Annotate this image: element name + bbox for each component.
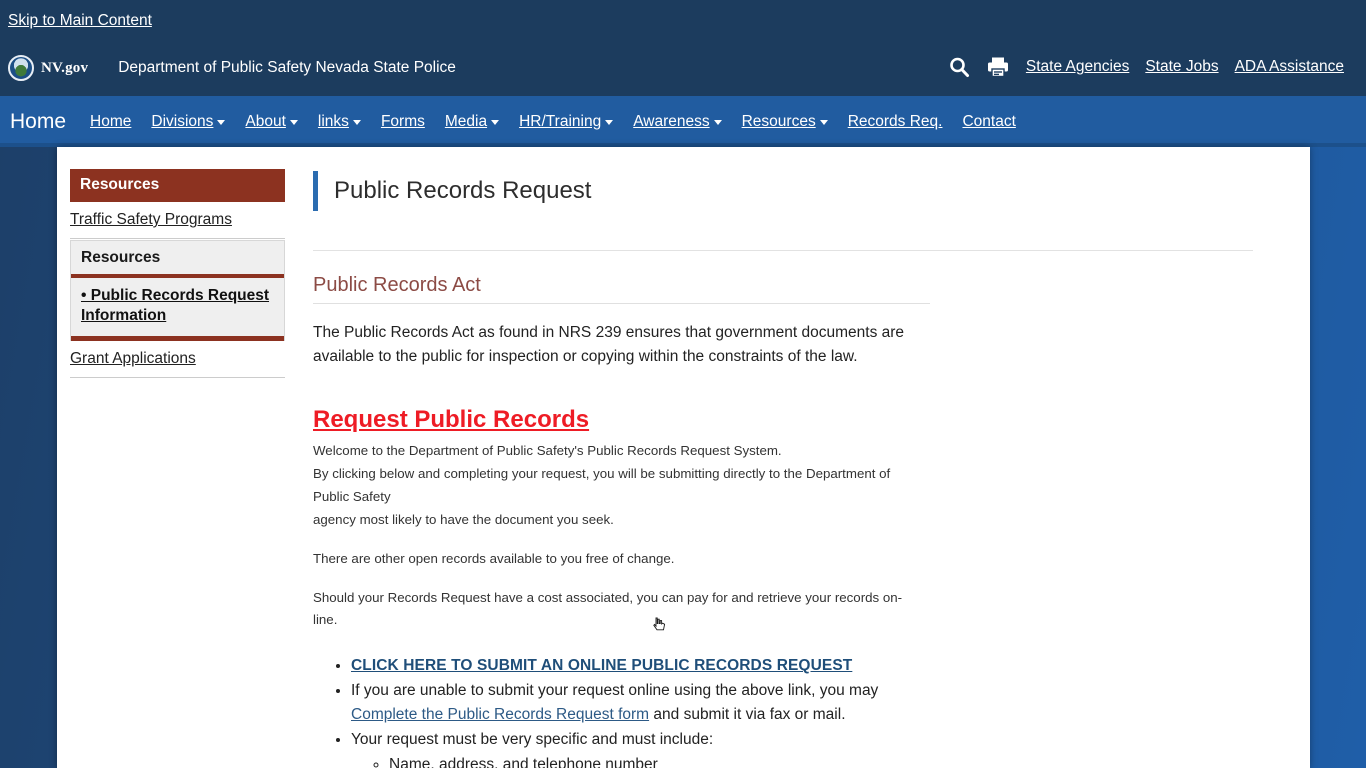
- nav-item-media[interactable]: Media: [435, 113, 509, 131]
- nav-item-label: HR/Training: [519, 112, 602, 130]
- nav-item-home[interactable]: Home: [80, 113, 141, 131]
- printer-icon[interactable]: [986, 56, 1010, 78]
- clicking-line-3: agency most likely to have the document …: [313, 511, 614, 527]
- clicking-line-2: Public Safety: [313, 489, 391, 504]
- nav-item-divisions[interactable]: Divisions: [141, 113, 235, 131]
- state-jobs-link[interactable]: State Jobs: [1145, 58, 1218, 76]
- nav-item-records-req[interactable]: Records Req.: [838, 113, 953, 131]
- sidebar-item-grant-applications[interactable]: Grant Applications: [70, 341, 285, 378]
- sidebar: Resources Traffic Safety Programs Resour…: [70, 169, 285, 378]
- sidebar-item-traffic-safety-programs[interactable]: Traffic Safety Programs: [70, 202, 285, 239]
- nav-item-label: Resources: [741, 112, 816, 130]
- nav-item-label: Awareness: [633, 112, 710, 130]
- unable-prefix-text: If you are unable to submit your request…: [351, 682, 879, 700]
- nav-item-label: Media: [444, 112, 488, 130]
- nav-item-links[interactable]: links: [308, 113, 371, 131]
- chevron-down-icon: [605, 120, 614, 125]
- nav-item-label: Contact: [962, 112, 1016, 130]
- skip-to-main-content-link[interactable]: Skip to Main Content: [8, 12, 152, 30]
- nav-item-label: Divisions: [151, 112, 214, 130]
- list-item: Name, address, and telephone number: [389, 753, 934, 768]
- sidebar-item-public-records-request-information[interactable]: • Public Records Request Information: [71, 278, 284, 341]
- welcome-line: Welcome to the Department of Public Safe…: [313, 443, 782, 459]
- online-records-request-link[interactable]: CLICK HERE TO SUBMIT AN ONLINE PUBLIC RE…: [351, 657, 852, 674]
- nav-brand-home[interactable]: Home: [0, 110, 80, 134]
- chevron-down-icon: [217, 120, 226, 125]
- complete-records-request-form-link[interactable]: Complete the Public Records Request form: [351, 706, 649, 723]
- sidebar-header: Resources: [70, 169, 285, 202]
- public-records-act-paragraph: The Public Records Act as found in NRS 2…: [313, 323, 905, 365]
- nav-item-label: About: [245, 112, 286, 130]
- free-records-line: There are other open records available t…: [313, 550, 675, 566]
- nevada-state-seal-icon: [8, 55, 34, 81]
- page-title-row: Public Records Request: [313, 161, 1288, 221]
- nav-item-label: Forms: [380, 112, 425, 130]
- nav-item-label: Home: [90, 112, 132, 130]
- list-item: CLICK HERE TO SUBMIT AN ONLINE PUBLIC RE…: [351, 654, 931, 678]
- sidebar-group-resources: Resources • Public Records Request Infor…: [70, 240, 285, 341]
- requirement-sub-list: Name, address, and telephone number Date…: [351, 753, 931, 768]
- agency-title: Department of Public Safety Nevada State…: [118, 59, 456, 76]
- site-header: Skip to Main Content NV.gov Department o…: [0, 0, 1366, 96]
- title-divider: [313, 250, 1253, 252]
- cost-line: Should your Records Request have a cost …: [313, 589, 903, 628]
- header-utility-links: State Agencies State Jobs ADA Assistance: [948, 56, 1344, 78]
- list-item: Your request must be very specific and m…: [351, 728, 931, 768]
- nav-item-hr-training[interactable]: HR/Training: [509, 113, 623, 131]
- sidebar-group-title: Resources: [71, 241, 284, 278]
- nav-item-list: Home Divisions About links Forms Media H…: [80, 113, 1026, 131]
- requirements-list: CLICK HERE TO SUBMIT AN ONLINE PUBLIC RE…: [313, 654, 1288, 768]
- chevron-down-icon: [289, 120, 298, 125]
- nvgov-logo-text: NV.gov: [41, 59, 89, 76]
- search-icon[interactable]: [948, 56, 970, 78]
- main-content: Public Records Request Public Records Ac…: [313, 161, 1288, 768]
- chevron-down-icon: [352, 120, 361, 125]
- nav-item-forms[interactable]: Forms: [371, 113, 435, 131]
- section-heading-public-records-act: Public Records Act: [313, 274, 930, 305]
- nav-item-resources[interactable]: Resources: [732, 113, 838, 131]
- nav-item-awareness[interactable]: Awareness: [623, 113, 731, 131]
- specific-intro-text: Your request must be very specific and m…: [351, 731, 714, 749]
- site-brand[interactable]: NV.gov Department of Public Safety Nevad…: [8, 55, 456, 81]
- clicking-line-1: By clicking below and completing your re…: [313, 466, 891, 482]
- list-item: If you are unable to submit your request…: [351, 679, 931, 727]
- nav-item-label: links: [317, 112, 349, 130]
- request-public-records-heading-link[interactable]: Request Public Records: [313, 406, 589, 434]
- page-content-panel: Resources Traffic Safety Programs Resour…: [57, 147, 1310, 768]
- nav-item-label: Records Req.: [847, 112, 943, 130]
- page-title: Public Records Request: [334, 177, 592, 205]
- chevron-down-icon: [819, 120, 828, 125]
- chevron-down-icon: [713, 120, 722, 125]
- unable-suffix-text: and submit it via fax or mail.: [649, 706, 846, 724]
- main-navigation: Home Home Divisions About links Forms Me…: [0, 96, 1366, 147]
- nav-item-contact[interactable]: Contact: [952, 113, 1025, 131]
- ada-assistance-link[interactable]: ADA Assistance: [1235, 58, 1344, 76]
- chevron-down-icon: [491, 120, 500, 125]
- nav-item-about[interactable]: About: [235, 113, 308, 131]
- state-agencies-link[interactable]: State Agencies: [1026, 58, 1129, 76]
